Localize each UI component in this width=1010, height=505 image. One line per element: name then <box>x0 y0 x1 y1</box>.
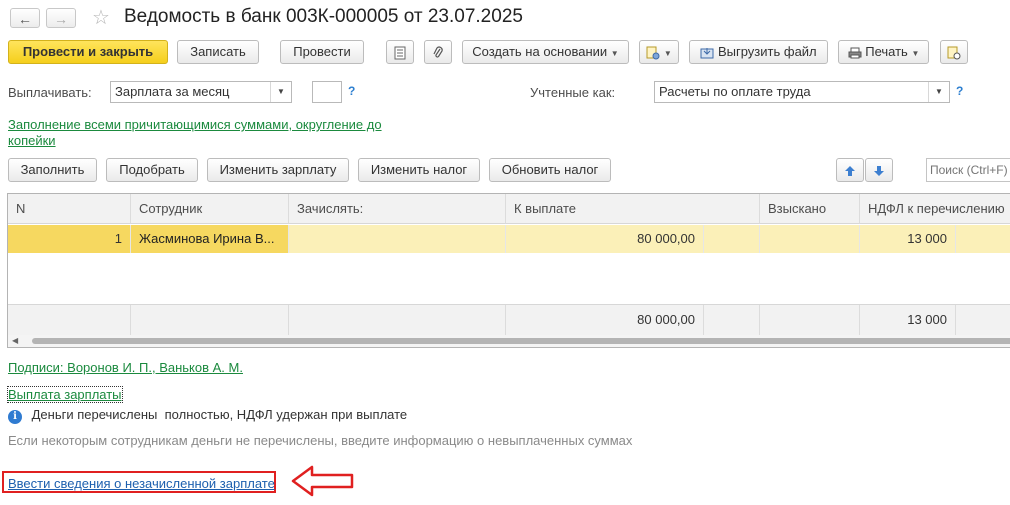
signatures-link[interactable]: Подписи: Воронов И. П., Ваньков А. М. <box>8 360 243 375</box>
window-title: Ведомость в банк 003К-000005 от 23.07.20… <box>124 6 523 27</box>
column-header-account[interactable]: Зачислять: <box>289 194 506 224</box>
totals-cell <box>131 305 289 335</box>
change-salary-button[interactable]: Изменить зарплату <box>207 158 349 182</box>
document-gear-icon <box>646 46 660 60</box>
accounted-as-select[interactable]: Расчеты по оплате труда ▼ <box>654 81 950 103</box>
to-pay-extra-cell <box>704 225 760 253</box>
paperclip-icon <box>433 46 443 58</box>
row-number: 1 <box>8 225 131 253</box>
totals-cell <box>704 305 760 335</box>
arrow-left-icon: ← <box>18 11 32 27</box>
totals-cell <box>760 305 860 335</box>
chevron-down-icon[interactable]: ▼ <box>928 82 949 102</box>
document-clock-icon <box>947 46 961 60</box>
column-header-withheld[interactable]: Взыскано <box>760 194 860 224</box>
column-header-to-pay[interactable]: К выплате <box>506 194 760 224</box>
number-field[interactable] <box>312 81 342 103</box>
salary-payment-link[interactable]: Выплата зарплаты <box>7 386 123 403</box>
pay-type-select[interactable]: Зарплата за месяц ▼ <box>110 81 292 103</box>
employees-table: N Сотрудник Зачислять: К выплате Взыскан… <box>7 193 1010 348</box>
export-icon <box>700 47 714 59</box>
fill-settings-link-cont[interactable]: копейки <box>8 133 56 148</box>
arrow-right-icon: → <box>54 11 68 27</box>
withheld-cell[interactable] <box>760 225 860 253</box>
chevron-down-icon: ▼ <box>911 49 920 58</box>
print-button[interactable]: Печать ▼ <box>838 40 929 64</box>
create-based-label: Создать на основании <box>472 44 608 59</box>
totals-cell <box>8 305 131 335</box>
account-cell[interactable] <box>289 225 506 253</box>
print-label: Печать <box>865 44 908 59</box>
document-list-icon <box>394 46 406 60</box>
total-to-pay: 80 000,00 <box>506 305 704 335</box>
accounted-value: Расчеты по оплате труда <box>659 84 811 99</box>
totals-row: 80 000,00 13 000 <box>8 304 1010 335</box>
employee-cell[interactable]: Жасминова Ирина В... <box>131 225 289 253</box>
move-down-button[interactable] <box>865 158 893 182</box>
report-button[interactable] <box>940 40 968 64</box>
chevron-down-icon: ▼ <box>663 49 672 58</box>
help-icon[interactable]: ? <box>956 84 963 98</box>
scrollbar-thumb[interactable] <box>32 338 1010 344</box>
export-file-button[interactable]: Выгрузить файл <box>689 40 828 64</box>
change-tax-button[interactable]: Изменить налог <box>358 158 480 182</box>
update-tax-button[interactable]: Обновить налог <box>489 158 611 182</box>
chevron-down-icon[interactable]: ▼ <box>270 82 291 102</box>
chevron-down-icon: ▼ <box>610 49 619 58</box>
payment-status-text: Деньги перечислены полностью, НДФЛ удерж… <box>31 407 408 422</box>
save-button[interactable]: Записать <box>177 40 259 64</box>
horizontal-scrollbar[interactable]: ◀ <box>8 335 1010 347</box>
arrow-down-icon <box>874 165 884 176</box>
arrow-up-icon <box>845 165 855 176</box>
pay-type-value: Зарплата за месяц <box>115 84 230 99</box>
enter-unpaid-salary-link[interactable]: Ввести сведения о незачисленной зарплате <box>8 476 275 491</box>
attach-button[interactable] <box>424 40 452 64</box>
create-based-on-button[interactable]: Создать на основании ▼ <box>462 40 629 64</box>
column-header-ndfl[interactable]: НДФЛ к перечислению <box>860 194 1010 224</box>
table-row[interactable]: 1 Жасминова Ирина В... 80 000,00 13 000 <box>8 225 1010 253</box>
help-icon[interactable]: ? <box>348 84 355 98</box>
ndfl-cell[interactable]: 13 000 <box>860 225 956 253</box>
fill-button[interactable]: Заполнить <box>8 158 97 182</box>
accounted-label: Учтенные как: <box>530 85 616 100</box>
to-pay-cell[interactable]: 80 000,00 <box>506 225 704 253</box>
pick-button[interactable]: Подобрать <box>106 158 198 182</box>
search-input[interactable] <box>926 158 1010 182</box>
back-button[interactable]: ← <box>10 8 40 28</box>
related-docs-button[interactable]: ▼ <box>639 40 679 64</box>
pay-label: Выплачивать: <box>8 85 92 100</box>
total-ndfl: 13 000 <box>860 305 956 335</box>
fill-settings-link[interactable]: Заполнение всеми причитающимися суммами,… <box>8 117 382 132</box>
post-and-close-button[interactable]: Провести и закрыть <box>8 40 168 64</box>
forward-button[interactable]: → <box>46 8 76 28</box>
move-up-button[interactable] <box>836 158 864 182</box>
info-row: i Деньги перечислены полностью, НДФЛ уде… <box>8 407 407 424</box>
column-header-n[interactable]: N <box>8 194 131 224</box>
info-icon: i <box>8 410 22 424</box>
totals-cell <box>289 305 506 335</box>
printer-icon <box>848 47 862 59</box>
favorite-star-icon[interactable]: ☆ <box>92 5 110 30</box>
post-button[interactable]: Провести <box>280 40 364 64</box>
scroll-left-icon[interactable]: ◀ <box>12 336 18 345</box>
hint-text: Если некоторым сотрудникам деньги не пер… <box>8 433 633 448</box>
arrow-left-pointer-icon <box>291 465 354 497</box>
column-header-employee[interactable]: Сотрудник <box>131 194 289 224</box>
list-button[interactable] <box>386 40 414 64</box>
export-file-label: Выгрузить файл <box>717 44 817 59</box>
